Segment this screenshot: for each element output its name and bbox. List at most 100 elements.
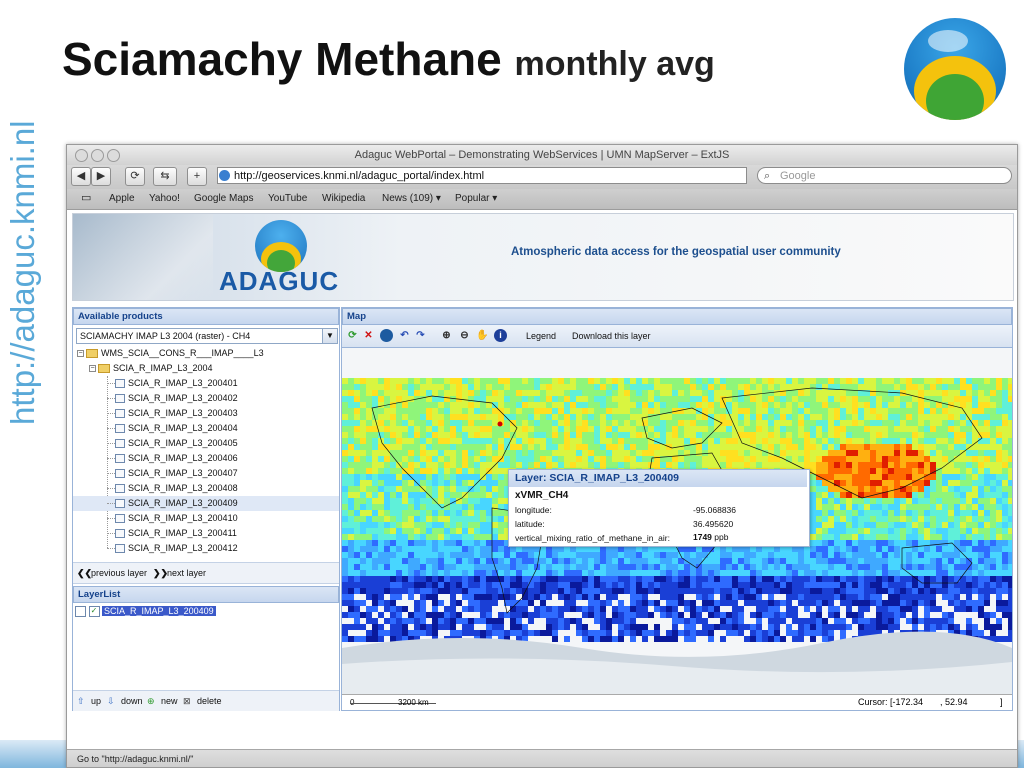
popup-vmr-value: 1749 bbox=[693, 532, 712, 542]
reload-button[interactable]: ⟳ bbox=[125, 167, 145, 186]
methane-map[interactable]: Layer: SCIA_R_IMAP_L3_200409 xVMR_CH4 lo… bbox=[342, 348, 1012, 694]
tree-layer-item[interactable]: SCIA_R_IMAP_L3_200403 bbox=[73, 406, 339, 421]
layer-icon bbox=[115, 529, 125, 538]
tree-layer-label: SCIA_R_IMAP_L3_200408 bbox=[128, 483, 238, 493]
tree-layer-label: SCIA_R_IMAP_L3_200402 bbox=[128, 393, 238, 403]
up-button[interactable]: up bbox=[91, 691, 101, 711]
undo-icon[interactable]: ↶ bbox=[398, 329, 411, 342]
add-bookmark-button[interactable]: + bbox=[187, 167, 207, 186]
zoom-in-icon[interactable]: ⊕ bbox=[440, 329, 453, 342]
bookmark-apple[interactable]: Apple bbox=[109, 193, 135, 204]
bookmark-popular[interactable]: Popular ▾ bbox=[455, 193, 497, 204]
tree-layer-item[interactable]: SCIA_R_IMAP_L3_200411 bbox=[73, 526, 339, 541]
next-layer-button[interactable]: next layer bbox=[167, 563, 206, 583]
tree-layer-item[interactable]: SCIA_R_IMAP_L3_200402 bbox=[73, 391, 339, 406]
web-page: ADAGUC Atmospheric data access for the g… bbox=[67, 210, 1017, 755]
back-button[interactable]: ◀ bbox=[71, 167, 91, 186]
layer-icon bbox=[115, 394, 125, 403]
knmi-logo-icon bbox=[904, 18, 1006, 120]
tree-root-label: WMS_SCIA__CONS_R___IMAP____L3 bbox=[101, 348, 264, 358]
tree-folder[interactable]: − SCIA_R_IMAP_L3_2004 bbox=[73, 361, 339, 376]
bookmark-yahoo[interactable]: Yahoo! bbox=[149, 193, 180, 204]
layer-checkbox[interactable]: ✓ bbox=[88, 606, 100, 618]
slide-title-main: Sciamachy Methane bbox=[62, 33, 502, 85]
feature-info-popup: Layer: SCIA_R_IMAP_L3_200409 xVMR_CH4 lo… bbox=[508, 469, 810, 547]
down-button[interactable]: down bbox=[121, 691, 143, 711]
layer-icon bbox=[115, 514, 125, 523]
layerlist-item[interactable]: ✓ SCIA_R_IMAP_L3_200409 bbox=[75, 606, 216, 618]
tree-layer-item[interactable]: SCIA_R_IMAP_L3_200412 bbox=[73, 541, 339, 556]
folder-icon bbox=[98, 364, 110, 373]
pan-hand-icon[interactable]: ✋ bbox=[476, 329, 489, 342]
remove-icon[interactable]: ✕ bbox=[362, 329, 375, 342]
layer-icon bbox=[115, 469, 125, 478]
legend-button[interactable]: Legend bbox=[526, 328, 556, 344]
search-input[interactable]: Google ⌕ bbox=[757, 167, 1012, 184]
product-select-value: SCIAMACHY IMAP L3 2004 (raster) - CH4 bbox=[80, 331, 251, 341]
address-bar[interactable]: http://geoservices.knmi.nl/adaguc_portal… bbox=[217, 167, 747, 184]
globe-icon bbox=[219, 170, 230, 181]
forward-button[interactable]: ▶ bbox=[91, 167, 111, 186]
bookmark-youtube[interactable]: YouTube bbox=[268, 193, 307, 204]
popup-lat-label: latitude: bbox=[515, 519, 545, 529]
status-bar: Go to "http://adaguc.knmi.nl/" bbox=[67, 749, 1017, 767]
window-titlebar: Adaguc WebPortal – Demonstrating WebServ… bbox=[67, 145, 1017, 165]
zoom-out-icon[interactable]: ⊖ bbox=[458, 329, 471, 342]
tree-layer-item[interactable]: SCIA_R_IMAP_L3_200409 bbox=[73, 496, 339, 511]
bookmark-google-maps[interactable]: Google Maps bbox=[194, 193, 253, 204]
tree-layer-label: SCIA_R_IMAP_L3_200406 bbox=[128, 453, 238, 463]
browser-window: Adaguc WebPortal – Demonstrating WebServ… bbox=[66, 144, 1018, 768]
tree-layer-label: SCIA_R_IMAP_L3_200412 bbox=[128, 543, 238, 553]
book-icon[interactable]: ▭ bbox=[81, 191, 91, 204]
map-panel: Map ⟳ ✕ ↶ ↷ ⊕ ⊖ ✋ i Legend Download this… bbox=[341, 307, 1013, 711]
delete-button[interactable]: delete bbox=[197, 691, 222, 711]
portal-banner: ADAGUC Atmospheric data access for the g… bbox=[72, 213, 1014, 301]
down-arrow-icon[interactable]: ⇩ bbox=[107, 691, 115, 711]
layer-navigation: ❮❮ previous layer ❯❯ next layer bbox=[73, 562, 339, 584]
chevron-down-icon[interactable]: ▼ bbox=[322, 329, 337, 343]
popup-lon-label: longitude: bbox=[515, 505, 552, 515]
new-icon[interactable]: ⊕ bbox=[147, 691, 155, 711]
previous-icon[interactable]: ❮❮ bbox=[77, 563, 92, 583]
tree-layer-item[interactable]: SCIA_R_IMAP_L3_200406 bbox=[73, 451, 339, 466]
layerlist-header: LayerList bbox=[73, 586, 339, 603]
snapback-button[interactable]: ⇆ bbox=[153, 167, 177, 186]
layer-icon bbox=[75, 606, 86, 618]
tree-layer-item[interactable]: SCIA_R_IMAP_L3_200408 bbox=[73, 481, 339, 496]
banner-tagline: Atmospheric data access for the geospati… bbox=[511, 246, 841, 258]
tree-layer-label: SCIA_R_IMAP_L3_200407 bbox=[128, 468, 238, 478]
up-arrow-icon[interactable]: ⇧ bbox=[77, 691, 85, 711]
download-layer-button[interactable]: Download this layer bbox=[572, 328, 651, 344]
map-header: Map bbox=[342, 308, 1012, 325]
info-icon[interactable]: i bbox=[494, 329, 507, 342]
tree-layer-item[interactable]: SCIA_R_IMAP_L3_200401 bbox=[73, 376, 339, 391]
adaguc-logo-icon bbox=[255, 220, 307, 272]
tree-layer-item[interactable]: SCIA_R_IMAP_L3_200404 bbox=[73, 421, 339, 436]
new-button[interactable]: new bbox=[161, 691, 178, 711]
tree-root[interactable]: − WMS_SCIA__CONS_R___IMAP____L3 bbox=[73, 346, 339, 361]
tree-layer-item[interactable]: SCIA_R_IMAP_L3_200407 bbox=[73, 466, 339, 481]
popup-lat-value: 36.495620 bbox=[693, 519, 734, 529]
layer-icon bbox=[115, 424, 125, 433]
refresh-icon[interactable]: ⟳ bbox=[346, 329, 359, 342]
product-select[interactable]: SCIAMACHY IMAP L3 2004 (raster) - CH4 ▼ bbox=[76, 328, 338, 344]
previous-layer-button[interactable]: previous layer bbox=[91, 563, 147, 583]
cursor-lon: Cursor: [-172.34 bbox=[858, 697, 924, 707]
popup-variable: xVMR_CH4 bbox=[515, 490, 569, 501]
globe-icon[interactable] bbox=[380, 329, 393, 342]
redo-icon[interactable]: ↷ bbox=[414, 329, 427, 342]
next-icon[interactable]: ❯❯ bbox=[153, 563, 168, 583]
layer-icon bbox=[115, 379, 125, 388]
bookmark-wikipedia[interactable]: Wikipedia bbox=[322, 193, 365, 204]
delete-icon[interactable]: ⊠ bbox=[183, 691, 191, 711]
product-tree: − WMS_SCIA__CONS_R___IMAP____L3 − SCIA_R… bbox=[73, 346, 339, 560]
cursor-end: ] bbox=[1000, 697, 1003, 707]
browser-toolbar: ◀ ▶ ⟳ ⇆ + http://geoservices.knmi.nl/ada… bbox=[67, 165, 1017, 189]
layerlist-toolbar: ⇧ up ⇩ down ⊕ new ⊠ delete bbox=[73, 690, 339, 711]
tree-layer-label: SCIA_R_IMAP_L3_200405 bbox=[128, 438, 238, 448]
tree-layer-label: SCIA_R_IMAP_L3_200401 bbox=[128, 378, 238, 388]
tree-layer-item[interactable]: SCIA_R_IMAP_L3_200405 bbox=[73, 436, 339, 451]
folder-icon bbox=[86, 349, 98, 358]
bookmark-news[interactable]: News (109) ▾ bbox=[382, 193, 441, 204]
tree-layer-item[interactable]: SCIA_R_IMAP_L3_200410 bbox=[73, 511, 339, 526]
